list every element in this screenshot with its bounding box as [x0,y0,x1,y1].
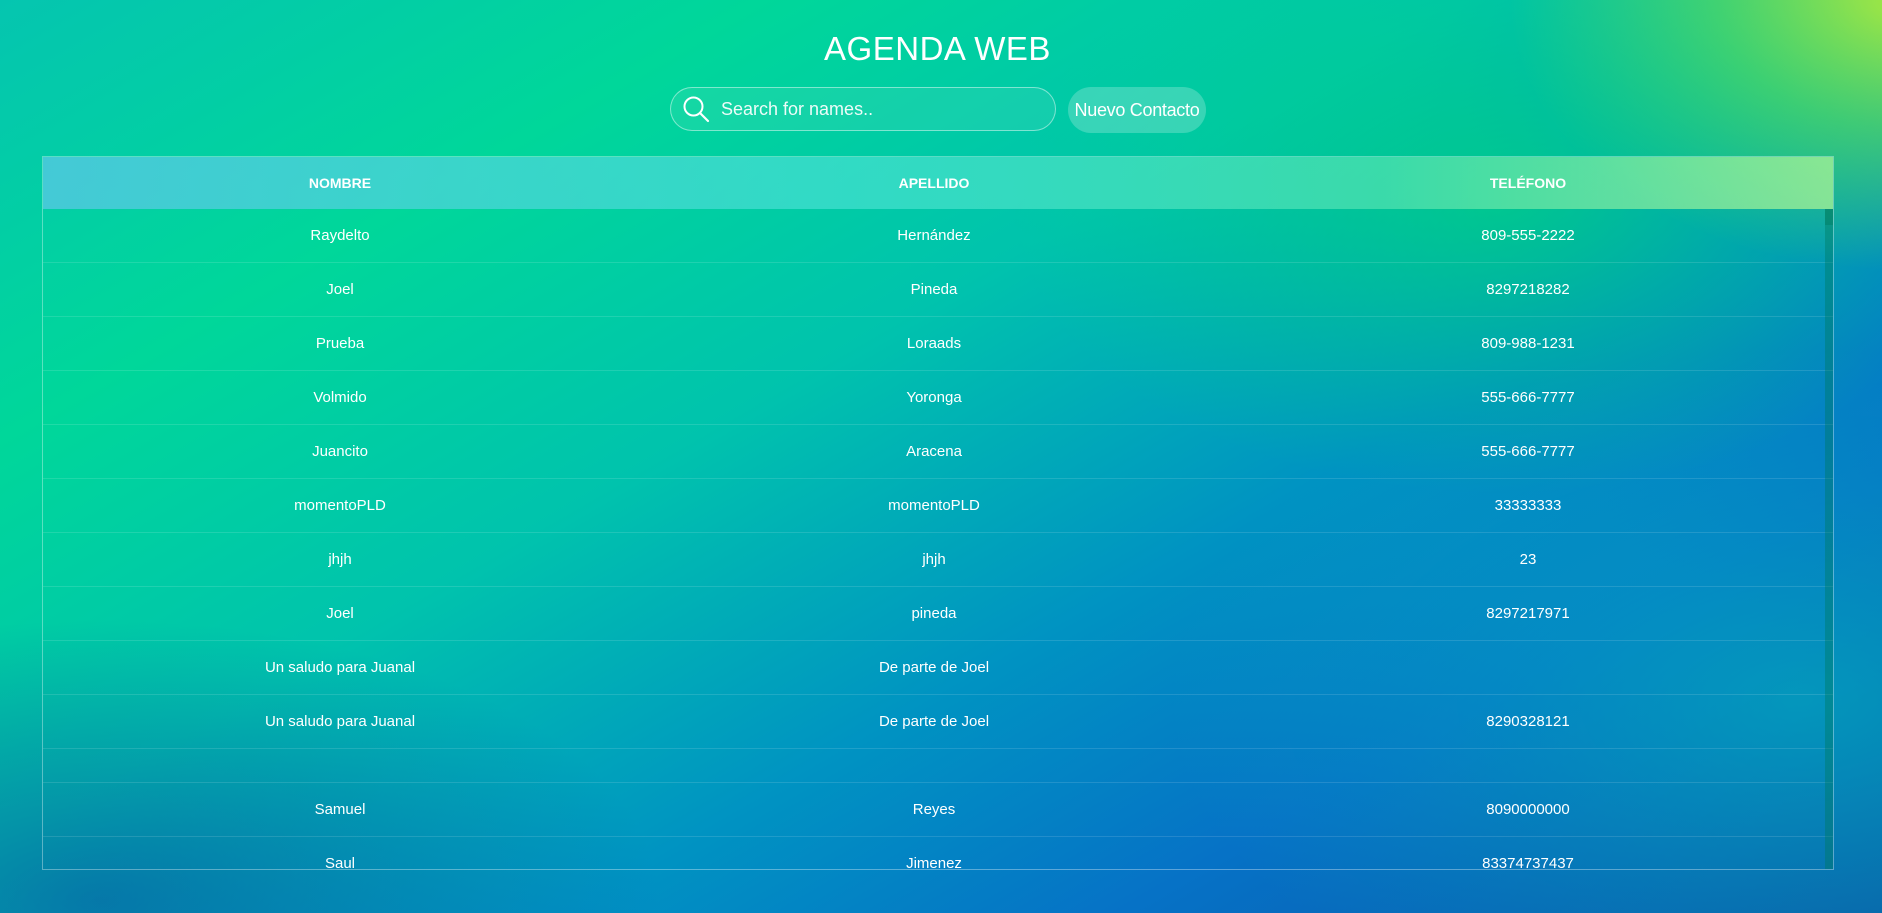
cell-apellido: Pineda [910,281,958,298]
table-row[interactable]: jhjh jhjh 23 [43,533,1833,587]
table-body: Raydelto Hernández 809-555-2222 Joel Pin… [43,209,1833,870]
cell-nombre: Raydelto [310,227,370,244]
table-row[interactable]: Juancito Aracena 555-666-7777 [43,425,1833,479]
cell-nombre: Prueba [315,335,365,352]
cell-apellido: Hernández [897,227,971,244]
cell-nombre: Joel [326,281,354,298]
search-input[interactable] [719,97,1043,121]
cell-nombre: jhjh [328,551,352,568]
cell-nombre: momentoPLD [294,497,386,514]
cell-apellido: jhjh [922,551,946,568]
cell-nombre: Joel [326,605,354,622]
scrollbar-thumb[interactable] [1825,209,1833,869]
table-row[interactable]: momentoPLD momentoPLD 33333333 [43,479,1833,533]
search-icon [681,94,711,124]
cell-telefono: 33333333 [1494,497,1562,514]
new-contact-button[interactable]: Nuevo Contacto [1068,87,1206,133]
cell-apellido: Yoronga [906,389,962,406]
cell-nombre: Volmido [313,389,367,406]
cell-nombre: Un saludo para Juanal [264,659,416,676]
cell-apellido: De parte de Joel [878,713,990,730]
cell-telefono: 8297217971 [1486,605,1570,622]
cell-apellido: pineda [911,605,957,622]
contacts-table: NOMBRE APELLIDO TELÉFONO Raydelto Hernán… [42,156,1834,870]
cell-telefono: 8297218282 [1486,281,1570,298]
table-scrollbar[interactable] [1825,209,1833,869]
cell-telefono: 23 [1519,551,1537,568]
cell-telefono: 555-666-7777 [1481,443,1575,460]
cell-nombre: Juancito [312,443,368,460]
column-header-nombre[interactable]: NOMBRE [43,175,637,191]
cell-telefono: 555-666-7777 [1481,389,1575,406]
cell-telefono: 8090000000 [1486,801,1570,818]
cell-telefono: 83374737437 [1482,855,1574,870]
cell-nombre: Samuel [314,801,366,818]
table-header: NOMBRE APELLIDO TELÉFONO [43,157,1833,209]
column-header-telefono[interactable]: TELÉFONO [1231,175,1825,191]
cell-nombre: Saul [324,855,356,870]
table-row[interactable]: Un saludo para Juanal De parte de Joel [43,641,1833,695]
table-row[interactable]: Raydelto Hernández 809-555-2222 [43,209,1833,263]
cell-apellido: Jimenez [906,855,962,870]
page-title: AGENDA WEB [824,30,1051,67]
cell-apellido: De parte de Joel [878,659,990,676]
search-box[interactable] [670,87,1056,131]
cell-apellido: Loraads [906,335,962,352]
table-row[interactable]: Joel Pineda 8297218282 [43,263,1833,317]
column-header-apellido[interactable]: APELLIDO [637,175,1231,191]
table-row[interactable]: Joel pineda 8297217971 [43,587,1833,641]
table-row[interactable]: Samuel Reyes 8090000000 [43,783,1833,837]
cell-apellido: momentoPLD [888,497,980,514]
table-row[interactable]: Saul Jimenez 83374737437 [43,837,1833,870]
table-row[interactable] [43,749,1833,783]
cell-telefono: 809-988-1231 [1481,335,1575,352]
table-row[interactable]: Volmido Yoronga 555-666-7777 [43,371,1833,425]
table-row[interactable]: Un saludo para Juanal De parte de Joel 8… [43,695,1833,749]
table-row[interactable]: Prueba Loraads 809-988-1231 [43,317,1833,371]
cell-apellido: Reyes [912,801,956,818]
cell-nombre: Un saludo para Juanal [264,713,416,730]
cell-telefono: 8290328121 [1486,713,1570,730]
cell-apellido: Aracena [906,443,962,460]
cell-telefono: 809-555-2222 [1481,227,1575,244]
